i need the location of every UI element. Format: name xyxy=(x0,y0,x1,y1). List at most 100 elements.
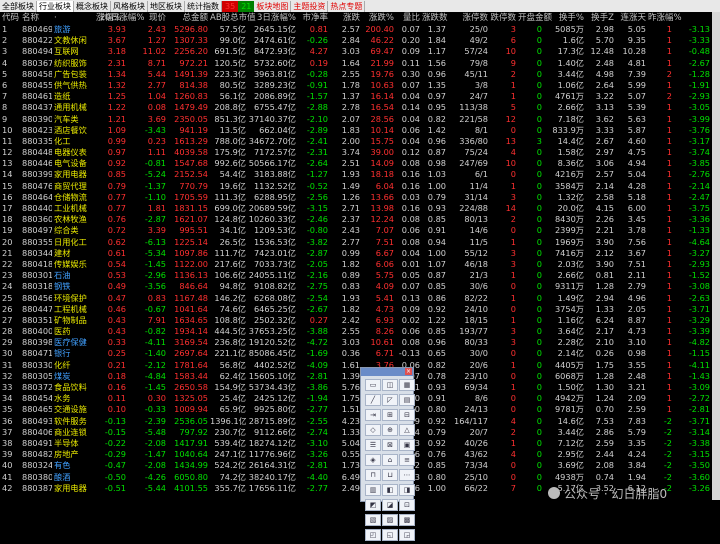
draw-tool-icon[interactable]: ⊞ xyxy=(382,409,398,421)
draw-tool-icon[interactable]: △ xyxy=(399,424,415,436)
draw-tool-icon[interactable]: ⊟ xyxy=(399,409,415,421)
draw-tool-icon[interactable]: ⊡ xyxy=(399,499,415,511)
draw-tool-icon[interactable]: ◪ xyxy=(382,499,398,511)
table-row[interactable]: 12 880448 电器仪表 0.97 1.11 4039.58 175.9亿 7172.57… xyxy=(0,147,720,158)
draw-tool-icon[interactable]: ⊔ xyxy=(382,469,398,481)
header-6[interactable]: 总金额 xyxy=(168,12,208,24)
draw-tool-icon[interactable]: ▭ xyxy=(365,379,381,391)
table-row[interactable]: 3 880494 互联网 3.18 11.02 2256.20 691.5亿 8472.93亿… xyxy=(0,46,720,57)
table-row[interactable]: 4 880367 纺织服饰 2.31 8.71 972.21 120.5亿 5732.60亿 0… xyxy=(0,58,720,69)
tab-1[interactable]: 行业板块 xyxy=(37,0,74,12)
palette-title-bar[interactable]: × xyxy=(361,368,413,376)
draw-tool-icon[interactable]: ◇ xyxy=(365,424,381,436)
table-row[interactable]: 5 880458 广告包装 1.34 5.44 1491.39 223.3亿 3963.81亿… xyxy=(0,69,720,80)
draw-tool-icon[interactable]: ◰ xyxy=(365,529,381,541)
draw-tool-icon[interactable]: ⌂ xyxy=(382,454,398,466)
header-9[interactable]: 市净率 xyxy=(298,12,328,24)
draw-tool-icon[interactable]: ⊠ xyxy=(382,439,398,451)
table-row[interactable]: 21 880344 建材 0.61 -5.34 1097.86 111.7亿 7423.01亿… xyxy=(0,248,720,259)
header-11[interactable]: 涨跌% xyxy=(362,12,394,24)
draw-tool-icon[interactable]: ◨ xyxy=(399,484,415,496)
tab-4[interactable]: 地区板块 xyxy=(148,0,185,12)
header-20[interactable]: 昨涨幅% xyxy=(648,12,682,24)
table-row[interactable]: 14 880399 家用电器 0.85 -5.24 2152.54 54.4亿 3183.88… xyxy=(0,169,720,180)
cell-code: 880464 xyxy=(22,191,52,202)
header-1[interactable]: 名称 xyxy=(22,12,52,24)
close-icon[interactable]: × xyxy=(405,368,412,375)
table-row[interactable]: 28 880400 医药 0.43 -0.82 1934.14 444.5亿 37653.25… xyxy=(0,326,720,337)
cell-d3: -2.88 xyxy=(306,102,328,113)
draw-tool-icon[interactable]: ⇥ xyxy=(365,409,381,421)
header-12[interactable]: 量比 xyxy=(396,12,420,24)
extra-tab-2[interactable]: 热点专题 xyxy=(328,0,366,12)
table-row[interactable]: 22 880418 传媒娱乐 0.54 -1.45 1122.00 217.6亿 7033.7… xyxy=(0,259,720,270)
table-row[interactable]: 13 880446 电气设备 0.92 -0.81 1547.68 992.6亿 50566.… xyxy=(0,158,720,169)
table-row[interactable]: 10 880423 酒店餐饮 1.09 -3.43 941.19 13.5亿 662.04亿 -… xyxy=(0,125,720,136)
table-row[interactable]: 24 880318 钢铁 0.49 -3.56 846.64 94.8亿 9108.82亿 -2… xyxy=(0,281,720,292)
table-row[interactable]: 30 880471 银行 0.25 -1.40 2697.64 221.1亿 85086.45… xyxy=(0,348,720,359)
table-row[interactable]: 15 880476 商贸代理 0.79 -1.37 770.79 19.6亿 1132.52亿… xyxy=(0,181,720,192)
header-10[interactable]: 涨跌 xyxy=(330,12,360,24)
draw-tool-icon[interactable]: ◫ xyxy=(382,379,398,391)
header-13[interactable]: 涨跌数 xyxy=(422,12,448,24)
tab-3[interactable]: 风格板块 xyxy=(111,0,148,12)
header-16[interactable]: 开盘金额 xyxy=(518,12,552,24)
header-0[interactable]: 代码 xyxy=(2,12,19,24)
table-row[interactable]: 18 880360 农林牧渔 0.76 -2.87 1621.07 124.8亿 10260.… xyxy=(0,214,720,225)
draw-tool-icon[interactable]: ▦ xyxy=(399,379,415,391)
tab-2[interactable]: 概念板块 xyxy=(74,0,111,12)
header-21[interactable] xyxy=(674,12,710,24)
header-14[interactable]: 涨停数 xyxy=(448,12,488,24)
table-row[interactable]: 25 880456 环境保护 0.47 0.83 1167.48 146.2亿 6268.08… xyxy=(0,293,720,304)
header-8[interactable]: 3日涨幅% xyxy=(248,12,296,24)
draw-tool-icon[interactable]: ⊓ xyxy=(365,469,381,481)
table-row[interactable]: 27 880351 矿物制品 0.43 7.91 1634.65 108.8亿 2502.32… xyxy=(0,315,720,326)
table-row[interactable]: 16 880464 仓储物流 0.77 -1.10 1705.59 111.3亿 6288.9… xyxy=(0,192,720,203)
tab-5[interactable]: 统计指数 xyxy=(185,0,222,12)
header-7[interactable]: AB股总市值 xyxy=(210,12,256,24)
header-17[interactable]: 换手% xyxy=(544,12,584,24)
table-row[interactable]: 29 880398 医疗保健 0.33 -4.11 3169.54 236.8亿 19120.… xyxy=(0,337,720,348)
table-row[interactable]: 1 880469 旅游 3.93 2.43 5296.80 57.5亿 2645.15亿 0.8… xyxy=(0,24,720,35)
header-5[interactable]: 现价 xyxy=(128,12,166,24)
header-15[interactable]: 跌停数 xyxy=(490,12,516,24)
table-row[interactable]: 19 880497 综合类 0.72 3.39 995.51 34.1亿 1209.53亿 -0… xyxy=(0,225,720,236)
draw-tool-icon[interactable]: ◧ xyxy=(382,484,398,496)
draw-tool-icon[interactable]: ⋯ xyxy=(399,469,415,481)
table-row[interactable]: 7 880461 造纸 1.25 1.04 1260.83 56.1亿 2086.89亿 -1.… xyxy=(0,91,720,102)
draw-tool-icon[interactable]: ≡ xyxy=(399,454,415,466)
extra-tab-0[interactable]: 板块地图 xyxy=(254,0,292,12)
draw-tool-icon[interactable]: ⊕ xyxy=(382,424,398,436)
draw-tool-icon[interactable]: ▤ xyxy=(399,394,415,406)
draw-tool-icon[interactable]: ◱ xyxy=(382,529,398,541)
scrollbar[interactable] xyxy=(712,12,720,500)
extra-tab-1[interactable]: 主题投资 xyxy=(291,0,329,12)
table-row[interactable]: 23 880301 石油 0.53 -2.96 1136.13 106.6亿 24055.11… xyxy=(0,270,720,281)
draw-tool-icon[interactable]: ◈ xyxy=(365,454,381,466)
draw-tool-icon[interactable]: ☰ xyxy=(365,439,381,451)
table-row[interactable]: 26 880447 工程机械 0.46 -0.67 1041.64 74.6亿 6465.25… xyxy=(0,304,720,315)
table-row[interactable]: 17 880440 工业机械 0.77 1.81 1831.15 699.0亿 20689.5… xyxy=(0,203,720,214)
header-2[interactable]: · xyxy=(54,12,94,24)
tab-0[interactable]: 全部板块 xyxy=(0,0,37,12)
draw-tool-icon[interactable]: ▩ xyxy=(399,514,415,526)
draw-tool-icon[interactable]: ▥ xyxy=(365,484,381,496)
table-row[interactable]: 11 880335 化工 0.99 0.23 1613.29 788.0亿 34672.70亿… xyxy=(0,136,720,147)
draw-tool-icon[interactable]: ◩ xyxy=(365,499,381,511)
header-4[interactable]: 20日涨幅% xyxy=(100,12,144,24)
draw-tool-icon[interactable]: ▨ xyxy=(382,514,398,526)
cell-zds: 8/6 xyxy=(474,393,488,404)
table-row[interactable]: 9 880390 汽车类 1.21 3.69 2350.05 851.3亿 37140.37亿… xyxy=(0,114,720,125)
header-18[interactable]: 换手Z xyxy=(586,12,614,24)
table-row[interactable]: 6 880455 供气供热 1.32 2.77 814.38 80.5亿 3289.23亿 -0… xyxy=(0,80,720,91)
draw-tool-icon[interactable]: ▣ xyxy=(399,439,415,451)
table-row[interactable]: 2 880422 文教休闲 3.67 1.27 1307.33 99.0亿 2474.61亿 -… xyxy=(0,35,720,46)
draw-tool-icon[interactable]: ◸ xyxy=(382,394,398,406)
table-row[interactable]: 20 880355 日用化工 0.62 -6.13 1225.14 26.5亿 1536.53… xyxy=(0,237,720,248)
table-row[interactable]: 8 880437 通用机械 1.22 0.08 1479.49 208.8亿 6755.47亿… xyxy=(0,102,720,113)
drawing-tool-palette[interactable]: × ▭ ◫ ▦ ╱ ◸ ▤ ⇥ ⊞ ⊟ ◇ ⊕ △ ☰ ⊠ ▣ ◈ ⌂ ≡ ⊓ ⊔ ⋯ ▥ ◧ ◨ ◩ ◪ ⊡ ▧ ▨ ▩ ◰ ◱ ◲ xyxy=(360,367,415,541)
header-19[interactable]: 连涨天 xyxy=(616,12,646,24)
draw-tool-icon[interactable]: ◲ xyxy=(399,529,415,541)
draw-tool-icon[interactable]: ╱ xyxy=(365,394,381,406)
draw-tool-icon[interactable]: ▧ xyxy=(365,514,381,526)
